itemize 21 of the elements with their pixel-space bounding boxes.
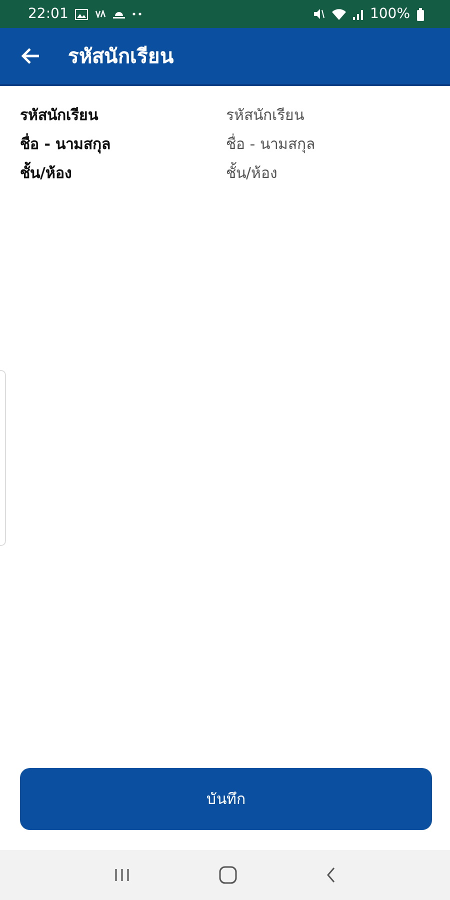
field-label: รหัสนักเรียน: [20, 105, 100, 126]
mute-icon: [312, 8, 325, 20]
weather-icon: [113, 9, 126, 19]
more-dots-icon: [132, 12, 142, 16]
battery-percent: 100%: [370, 6, 410, 22]
home-icon[interactable]: [218, 866, 237, 884]
gallery-icon: [75, 8, 88, 20]
field-label: ชั้น/ห้อง: [20, 162, 226, 185]
signal-icon: [352, 8, 363, 20]
page-title: รหัสนักเรียน: [68, 43, 174, 70]
field-value: ชั้น/ห้อง: [226, 162, 278, 184]
field-value: ชื่อ - นามสกุล: [226, 133, 316, 156]
wifi-icon: [332, 8, 346, 20]
back-icon[interactable]: [326, 867, 336, 883]
field-value: รหัสนักเรียน: [226, 105, 305, 126]
status-time: 22:01: [28, 6, 68, 22]
save-button[interactable]: บันทึก: [20, 768, 432, 830]
field-label: ชื่อ - นามสกุล: [20, 133, 112, 156]
back-arrow-icon[interactable]: [20, 47, 40, 65]
recent-apps-icon[interactable]: [114, 868, 130, 882]
battery-icon: [417, 8, 424, 20]
